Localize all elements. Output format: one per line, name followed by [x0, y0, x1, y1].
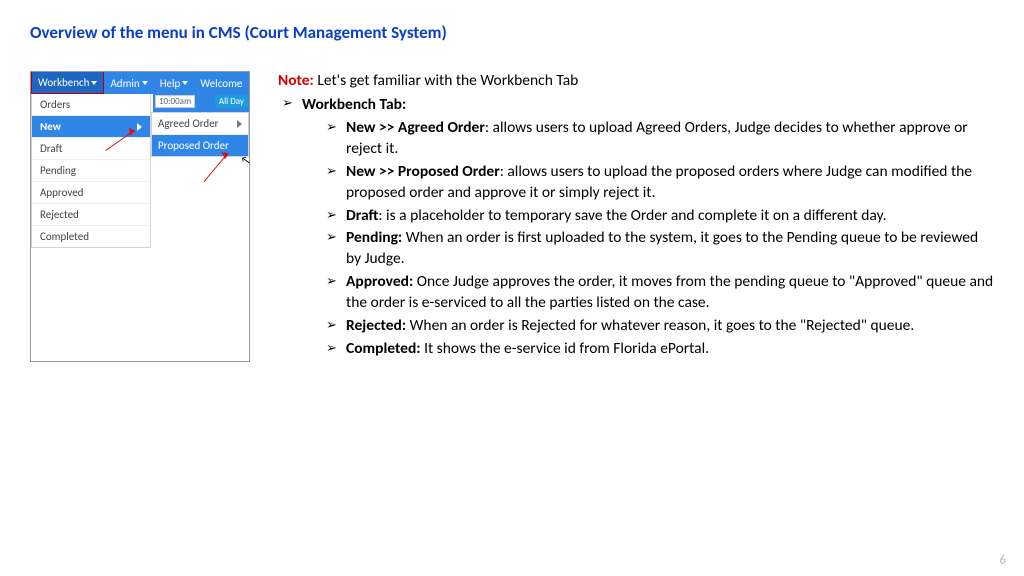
- b-bold: Draft: [346, 206, 378, 225]
- menu-admin[interactable]: Admin: [104, 72, 153, 94]
- menu-workbench-label: Workbench: [38, 76, 89, 89]
- b-rest: Once Judge approves the order, it moves …: [346, 272, 993, 312]
- note-label: Note:: [278, 71, 314, 90]
- caret-down-icon: [142, 81, 148, 85]
- b-rest: : is a placeholder to temporary save the…: [378, 206, 886, 225]
- page-title: Overview of the menu in CMS (Court Manag…: [30, 22, 994, 43]
- b-rest: It shows the e-service id from Florida e…: [421, 339, 710, 358]
- chevron-right-icon: [137, 123, 142, 131]
- allday-button[interactable]: All Day: [215, 95, 248, 108]
- drop-orders-label: Orders: [40, 98, 70, 111]
- bullet-completed: Completed: It shows the e-service id fro…: [326, 339, 994, 360]
- drop-rejected[interactable]: Rejected: [32, 204, 150, 226]
- drop-draft-label: Draft: [40, 142, 62, 155]
- menubar: Workbench Admin Help Welcome: [31, 72, 249, 94]
- annotation-arrow-icon: [204, 154, 228, 182]
- sub-agreed-order[interactable]: Agreed Order: [152, 113, 248, 135]
- drop-approved[interactable]: Approved: [32, 182, 150, 204]
- menu-workbench[interactable]: Workbench: [31, 72, 104, 94]
- cursor-icon: ↖: [240, 153, 252, 167]
- drop-pending[interactable]: Pending: [32, 160, 150, 182]
- b-bold: New >> Proposed Order: [346, 162, 500, 181]
- bullet-workbench-tab: Workbench Tab: New >> Agreed Order: allo…: [282, 95, 994, 360]
- drop-orders[interactable]: Orders: [32, 94, 150, 116]
- b-bold: Approved:: [346, 272, 413, 291]
- drop-approved-label: Approved: [40, 186, 83, 199]
- b-bold: New >> Agreed Order: [346, 118, 485, 137]
- b-bold: Pending:: [346, 228, 402, 247]
- new-submenu: Agreed Order Proposed Order: [151, 112, 249, 157]
- menu-welcome[interactable]: Welcome: [194, 72, 248, 94]
- drop-completed-label: Completed: [40, 230, 89, 243]
- menu-screenshot: Workbench Admin Help Welcome 10:00am All…: [30, 71, 250, 362]
- bullet-agreed-order: New >> Agreed Order: allows users to upl…: [326, 118, 994, 160]
- chevron-right-icon: [237, 120, 242, 128]
- drop-rejected-label: Rejected: [40, 208, 79, 221]
- bullet-proposed-order: New >> Proposed Order: allows users to u…: [326, 162, 994, 204]
- time-label: 10:00am: [155, 95, 195, 108]
- caret-down-icon: [182, 81, 188, 85]
- note-line: Note: Let's get familiar with the Workbe…: [278, 71, 994, 92]
- calendar-strip: 10:00am All Day: [153, 94, 249, 112]
- bullet-approved: Approved: Once Judge approves the order,…: [326, 272, 994, 314]
- bullet-rejected: Rejected: When an order is Rejected for …: [326, 316, 994, 337]
- sub-agreed-label: Agreed Order: [158, 117, 219, 130]
- sub-proposed-order[interactable]: Proposed Order: [152, 135, 248, 156]
- b-rest: When an order is first uploaded to the s…: [346, 228, 978, 268]
- page-number: 6: [999, 553, 1006, 568]
- bullet-pending: Pending: When an order is first uploaded…: [326, 228, 994, 270]
- note-text: Let's get familiar with the Workbench Ta…: [314, 71, 578, 90]
- drop-draft[interactable]: Draft: [32, 138, 150, 160]
- workbench-dropdown: Orders New Draft Pending Approved Reject…: [31, 94, 151, 248]
- sub-proposed-label: Proposed Order: [158, 139, 229, 152]
- drop-pending-label: Pending: [40, 164, 76, 177]
- caret-down-icon: [91, 81, 97, 85]
- menu-admin-label: Admin: [110, 77, 139, 90]
- workbench-tab-heading: Workbench Tab:: [302, 95, 406, 114]
- b-rest: When an order is Rejected for whatever r…: [406, 316, 914, 335]
- b-bold: Rejected:: [346, 316, 406, 335]
- drop-completed[interactable]: Completed: [32, 226, 150, 247]
- description-text: Note: Let's get familiar with the Workbe…: [278, 71, 994, 362]
- bullet-draft: Draft: is a placeholder to temporary sav…: [326, 206, 994, 227]
- menu-help-label: Help: [160, 77, 181, 90]
- menu-help[interactable]: Help: [154, 72, 195, 94]
- b-bold: Completed:: [346, 339, 421, 358]
- menu-welcome-label: Welcome: [200, 77, 242, 90]
- drop-new-label: New: [40, 120, 61, 133]
